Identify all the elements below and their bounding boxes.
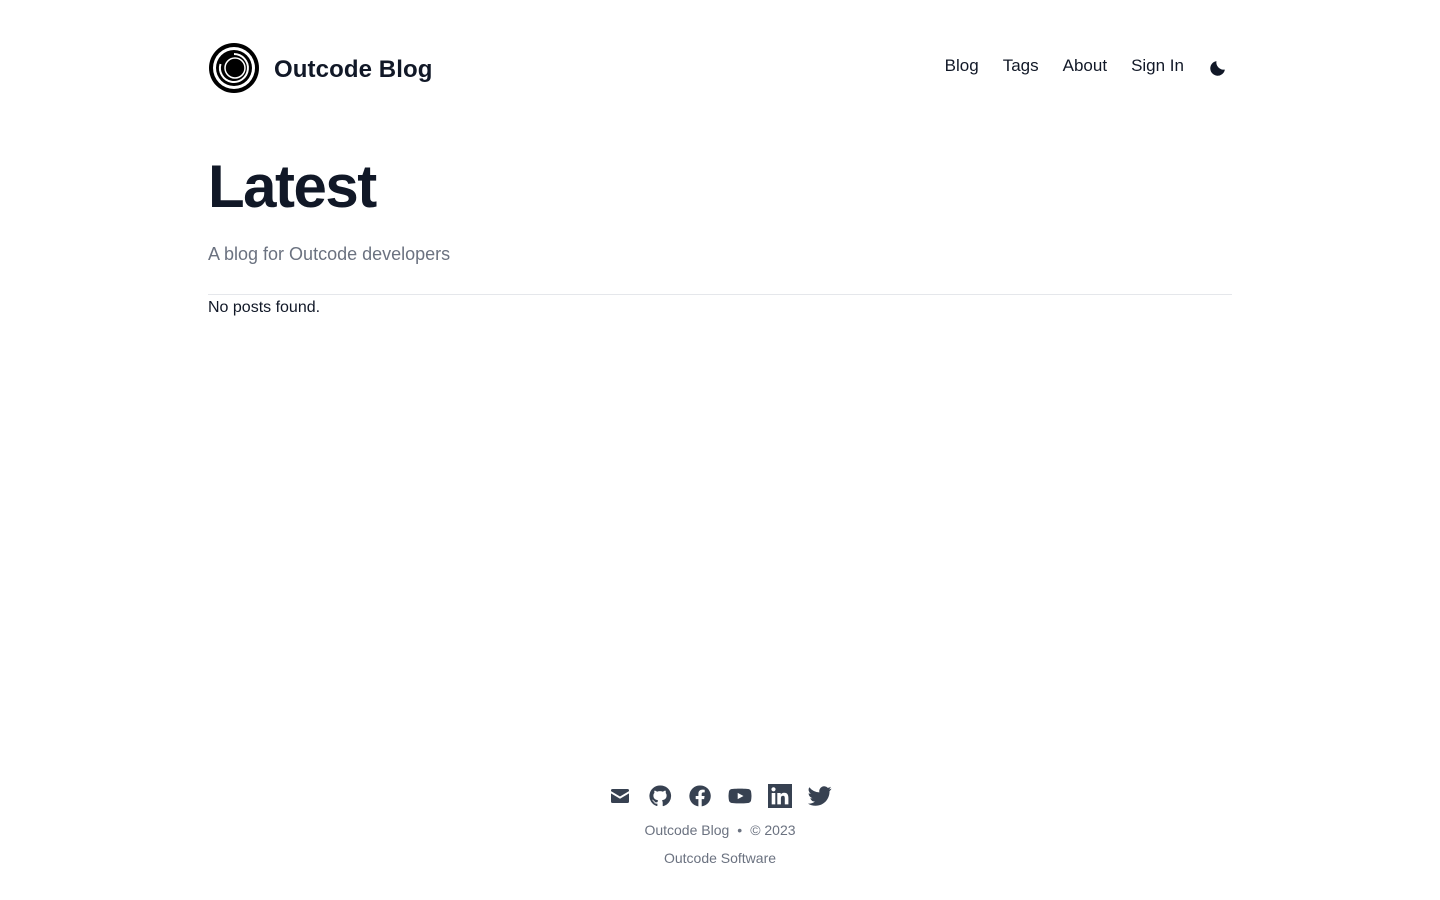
page-subtitle: A blog for Outcode developers [208,244,451,264]
site-title: Outcode Blog [274,56,433,83]
mail-link[interactable] [608,784,632,808]
site-footer: Outcode Blog • © 2023 Outcode Software [0,782,1440,868]
footer-meta: Outcode Blog • © 2023 [0,820,1440,840]
nav-link-about[interactable]: About [1063,56,1107,76]
youtube-icon [728,788,752,804]
empty-posts-message: No posts found. [208,299,321,316]
mail-icon [611,789,629,803]
moon-icon [1210,61,1225,76]
social-links [0,782,1440,810]
facebook-link[interactable] [688,784,712,808]
github-link[interactable] [648,784,672,808]
page-header: Latest A blog for Outcode developers [208,152,1232,266]
footer-company: Outcode Software [0,848,1440,868]
theme-toggle-button[interactable] [1208,54,1232,78]
site-header: Outcode Blog Blog Tags About Sign In [208,42,1232,94]
divider [208,294,1232,295]
nav-link-sign-in[interactable]: Sign In [1131,56,1184,76]
footer-site-name: Outcode Blog [644,822,730,838]
linkedin-link[interactable] [768,784,792,808]
twitter-link[interactable] [808,784,832,808]
github-icon [649,785,672,807]
twitter-icon [808,786,832,806]
facebook-icon [689,785,711,807]
nav-link-blog[interactable]: Blog [945,56,979,76]
nav-link-tags[interactable]: Tags [1003,56,1039,76]
footer-copyright: © 2023 [750,822,796,838]
page: Outcode Blog Blog Tags About Sign In Lat… [0,0,1440,900]
footer-company-link[interactable]: Outcode Software [664,850,776,866]
page-title: Latest [208,153,377,220]
footer-separator: • [737,822,743,838]
linkedin-icon [768,784,792,808]
home-link[interactable]: Outcode Blog [208,42,433,94]
main-nav: Blog Tags About Sign In [945,54,1232,78]
concentric-circle-logo-icon [209,43,259,93]
youtube-link[interactable] [728,784,752,808]
